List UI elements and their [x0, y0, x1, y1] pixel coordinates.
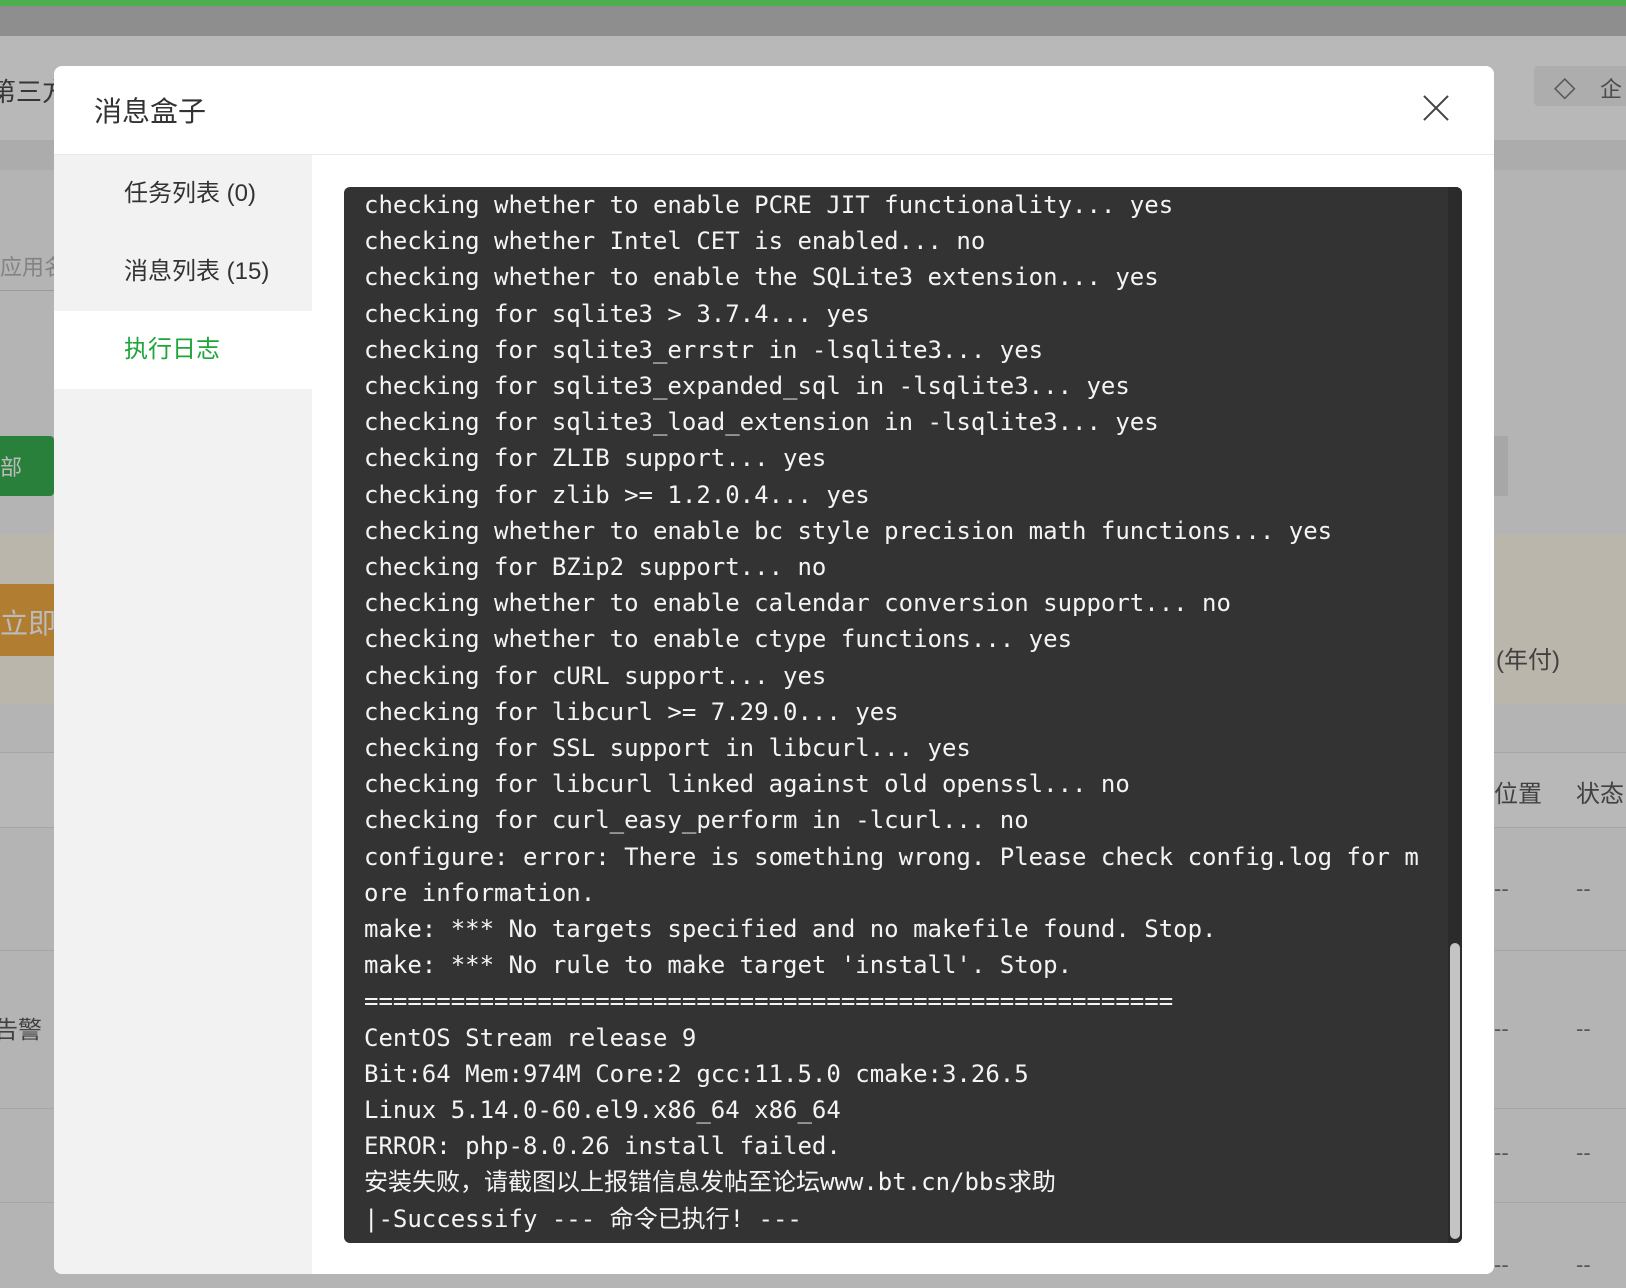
log-line: ore information. — [364, 878, 596, 907]
log-line: checking for sqlite3_expanded_sql in -ls… — [364, 372, 1130, 401]
log-line: checking for BZip2 support... no — [364, 553, 827, 582]
log-line: checking for zlib >= 1.2.0.4... yes — [364, 480, 870, 509]
log-line: checking for sqlite3_errstr in -lsqlite3… — [364, 335, 1044, 364]
log-line: Linux 5.14.0-60.el9.x86_64 x86_64 — [364, 1096, 841, 1125]
log-line: Bit:64 Mem:974M Core:2 gcc:11.5.0 cmake:… — [364, 1059, 1029, 1088]
log-line: configure: error: There is something wro… — [364, 842, 1419, 871]
log-line: make: *** No targets specified and no ma… — [364, 915, 1217, 944]
log-line: checking whether to enable calendar conv… — [364, 589, 1231, 618]
tab-message-list[interactable]: 消息列表 (15) — [54, 233, 312, 311]
top-bar — [0, 6, 1626, 36]
log-scrollbar-thumb[interactable] — [1450, 943, 1460, 1239]
log-line: ========================================… — [364, 987, 1174, 1016]
log-line: checking whether to enable PCRE JIT func… — [364, 191, 1174, 219]
log-line: checking for libcurl linked against old … — [364, 770, 1130, 799]
log-output: checking whether to enable PCRE JIT func… — [364, 187, 1424, 1237]
log-scrollbar-track[interactable] — [1448, 187, 1462, 1243]
log-line: |-Successify --- 命令已执行! --- — [364, 1204, 802, 1233]
log-line: checking whether to enable ctype functio… — [364, 625, 1073, 654]
log-line: checking for ZLIB support... yes — [364, 444, 827, 473]
log-terminal[interactable]: checking whether to enable PCRE JIT func… — [344, 187, 1462, 1243]
log-line: checking whether to enable the SQLite3 e… — [364, 263, 1159, 292]
dialog-content: checking whether to enable PCRE JIT func… — [312, 155, 1494, 1274]
dialog-title: 消息盒子 — [94, 96, 207, 127]
log-line: CentOS Stream release 9 — [364, 1023, 697, 1052]
tab-task-list[interactable]: 任务列表 (0) — [54, 155, 312, 233]
log-line: checking for cURL support... yes — [364, 661, 827, 690]
log-line: checking for SSL support in libcurl... y… — [364, 734, 971, 763]
dialog-header: 消息盒子 — [54, 66, 1494, 155]
dialog-sidebar: 任务列表 (0) 消息列表 (15) 执行日志 — [54, 155, 312, 1274]
log-line: checking for curl_easy_perform in -lcurl… — [364, 806, 1029, 835]
tab-execution-log[interactable]: 执行日志 — [54, 311, 312, 389]
log-line: checking for sqlite3 > 3.7.4... yes — [364, 299, 870, 328]
log-line: checking for sqlite3_load_extension in -… — [364, 408, 1159, 437]
message-box-dialog: 消息盒子 任务列表 (0) 消息列表 (15) 执行日志 checking wh… — [54, 66, 1494, 1274]
log-line: checking whether Intel CET is enabled...… — [364, 227, 986, 256]
log-line: ERROR: php-8.0.26 install failed. — [364, 1132, 841, 1161]
log-line: checking for libcurl >= 7.29.0... yes — [364, 697, 899, 726]
log-line: checking whether to enable bc style prec… — [364, 516, 1333, 545]
log-line: make: *** No rule to make target 'instal… — [364, 951, 1073, 980]
log-line: 安装失败，请截图以上报错信息发帖至论坛www.bt.cn/bbs求助 — [364, 1168, 1056, 1197]
close-icon[interactable] — [1416, 88, 1456, 128]
